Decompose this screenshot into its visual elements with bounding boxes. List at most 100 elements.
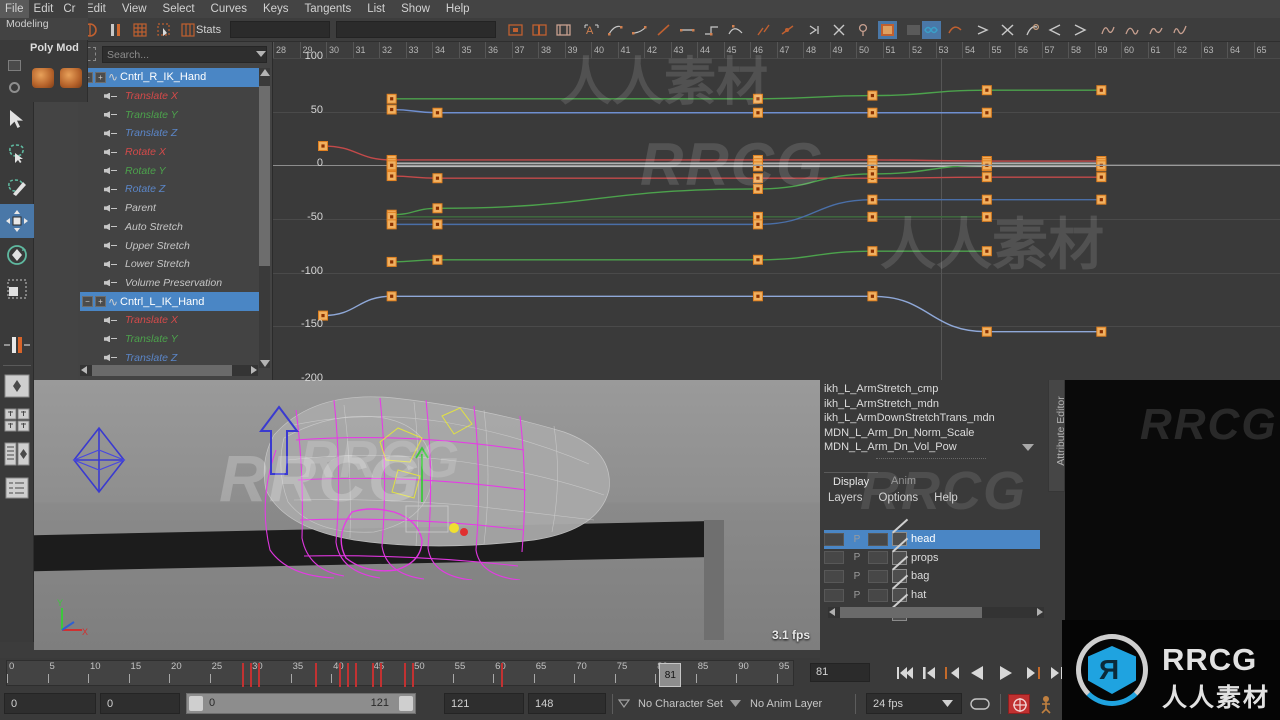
clamped-tangent-icon[interactable] [630,21,649,39]
keyframe-tick[interactable] [250,663,253,687]
scroll-left-icon[interactable] [829,608,835,616]
keyframe-marker[interactable] [752,183,763,194]
keyframe-marker[interactable] [386,160,397,171]
outliner-object-row[interactable]: − + ∿ Cntrl_L_IK_Hand [80,292,260,311]
tab-display[interactable]: Display [824,472,879,490]
keyframe-tick[interactable] [339,663,342,687]
channel-row[interactable]: Volume Preservation [80,274,260,293]
keyframe-marker[interactable] [1096,85,1107,96]
shelf-tabs-icon[interactable] [8,60,21,71]
scrollbar-thumb[interactable] [92,365,232,376]
spline-tangent-icon[interactable] [606,21,625,39]
layer-visibility-box[interactable] [824,551,844,565]
speaker-icon[interactable] [104,110,117,119]
range-left-handle[interactable] [189,696,203,711]
delete-key-icon[interactable] [998,21,1017,39]
layer-playback-flag[interactable]: P [846,571,868,582]
outliner-hscrollbar[interactable] [80,365,258,376]
keyframe-marker[interactable] [981,246,992,257]
tool-box[interactable]: M [0,102,34,720]
ge-menu-view[interactable]: View [114,0,155,18]
free-tangent-weight-icon[interactable] [806,21,825,39]
speaker-icon[interactable] [104,129,117,138]
node-list-item[interactable]: ikh_L_ArmStretch_mdn [824,397,1040,412]
menu-create[interactable]: Cr [58,0,80,18]
ge-menu-tangents[interactable]: Tangents [297,0,360,18]
channel-row[interactable]: Rotate X [80,143,260,162]
ge-menu-keys[interactable]: Keys [255,0,297,18]
step-back-key-icon[interactable] [920,664,939,682]
keyframe-marker[interactable] [386,171,397,182]
keyframe-marker[interactable] [752,254,763,265]
speaker-icon[interactable] [104,353,117,362]
expand-toggle[interactable]: + [95,71,106,83]
speaker-icon[interactable] [104,148,117,157]
paint-select-tool-button[interactable] [0,170,34,204]
layer-menu-options[interactable]: Options [871,489,927,507]
node-list-item[interactable]: MDN_L_Arm_Dn_Norm_Scale [824,426,1040,441]
columns-icon[interactable] [178,21,197,39]
ge-menu-curves[interactable]: Curves [203,0,255,18]
time-snap-icon[interactable] [506,21,525,39]
time-slider-track[interactable]: 0510152025303540455055606570758085909581 [6,660,794,687]
expand-toggle[interactable]: + [95,296,106,308]
keyframe-marker[interactable] [981,85,992,96]
range-start-field[interactable]: 0 [4,693,96,714]
panel-grip[interactable] [876,458,986,460]
layout-single-button[interactable] [0,369,34,403]
node-list-item[interactable]: ikh_L_ArmDownStretchTrans_mdn [824,411,1040,426]
character-set-icon[interactable] [618,698,630,710]
speaker-icon[interactable] [104,278,117,287]
keyframe-marker[interactable] [981,172,992,183]
menu-set-selector[interactable]: Modeling [0,18,88,40]
layout-outliner-persp-button[interactable] [0,437,34,471]
time-slider[interactable]: 0510152025303540455055606570758085909581 [0,658,800,688]
time-cursor[interactable]: 81 [659,663,682,687]
channel-list[interactable]: − + ∿ Cntrl_R_IK_Hand Translate X Transl… [80,68,260,368]
layer-menu-layers[interactable]: Layers [820,489,871,507]
auto-keyframe-toggle[interactable] [1008,694,1030,714]
animation-curve[interactable] [391,89,1102,100]
keyframe-marker[interactable] [752,161,763,172]
speaker-icon[interactable] [104,204,117,213]
node-list[interactable]: ikh_L_ArmStretch_cmp ikh_L_ArmStretch_md… [824,382,1040,460]
channel-row[interactable]: Translate X [80,311,260,330]
open-close-curve-icon[interactable] [974,21,993,39]
layer-visibility-box[interactable] [824,532,844,546]
channel-row[interactable]: Auto Stretch [80,218,260,237]
layer-visibility-box[interactable] [824,569,844,583]
keyframe-marker[interactable] [867,107,878,118]
scale-tool-button[interactable] [0,272,34,306]
break-tangent-icon[interactable] [754,21,773,39]
animation-curves[interactable] [273,58,1280,380]
scroll-up-icon[interactable] [260,69,270,76]
scrollbar-thumb[interactable] [840,607,982,618]
keyframe-marker[interactable] [752,291,763,302]
curve-cycle-icon[interactable] [1122,21,1141,39]
keyframe-marker[interactable] [1096,194,1107,205]
tangent-lock-icon[interactable] [854,21,873,39]
gear-icon[interactable] [9,82,20,93]
animation-curve[interactable] [391,164,1102,216]
speaker-icon[interactable] [104,334,117,343]
play-forwards-icon[interactable] [996,664,1015,682]
graph-editor-time-ruler[interactable]: 28 29 30 31 32 33 34 35 36 37 38 39 40 41 42 43 44 45 46 47… [273,42,1280,58]
anim-layer-label[interactable]: No Anim Layer [750,698,822,710]
keyframe-tick[interactable] [501,663,504,687]
keyframe-marker[interactable] [432,219,443,230]
buffer-curve-icon[interactable] [106,21,125,39]
node-list-item[interactable]: MDN_L_Arm_Dn_Vol_Pow [824,440,1040,455]
anim-end-field[interactable]: 148 [528,693,606,714]
stats-value-field-2[interactable] [336,21,496,38]
graph-editor-toolbar[interactable]: Stats A [78,18,1280,42]
keyframe-tick[interactable] [371,663,374,687]
layout-hypergraph-button[interactable] [0,471,34,505]
ge-menu-show[interactable]: Show [393,0,438,18]
scroll-left-icon[interactable] [81,366,87,374]
speaker-icon[interactable] [104,260,117,269]
curve-sine-icon[interactable] [1098,21,1117,39]
layer-menu-help[interactable]: Help [926,489,966,507]
keyframe-marker[interactable] [752,107,763,118]
layer-row[interactable]: P head [824,530,1040,549]
animation-curve[interactable] [391,175,1102,179]
